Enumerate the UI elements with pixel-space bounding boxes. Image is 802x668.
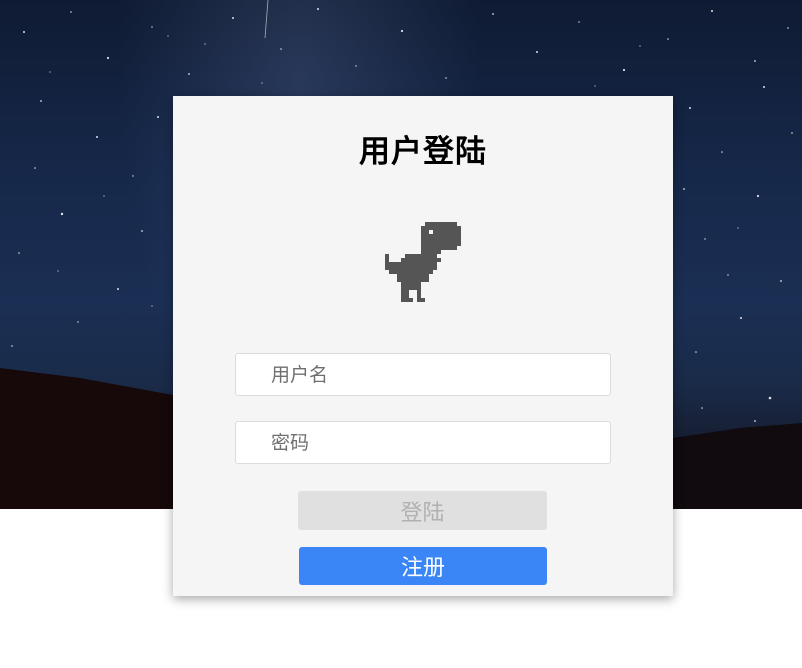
login-card: 用户登陆 登陆 注册	[173, 96, 673, 596]
password-input[interactable]	[235, 421, 611, 464]
register-button[interactable]: 注册	[299, 547, 547, 585]
login-button[interactable]: 登陆	[298, 491, 547, 530]
login-title: 用户登陆	[359, 134, 487, 170]
dinosaur-icon	[385, 222, 461, 302]
right-hill	[673, 423, 802, 509]
left-hill	[0, 368, 173, 509]
username-input[interactable]	[235, 353, 611, 396]
